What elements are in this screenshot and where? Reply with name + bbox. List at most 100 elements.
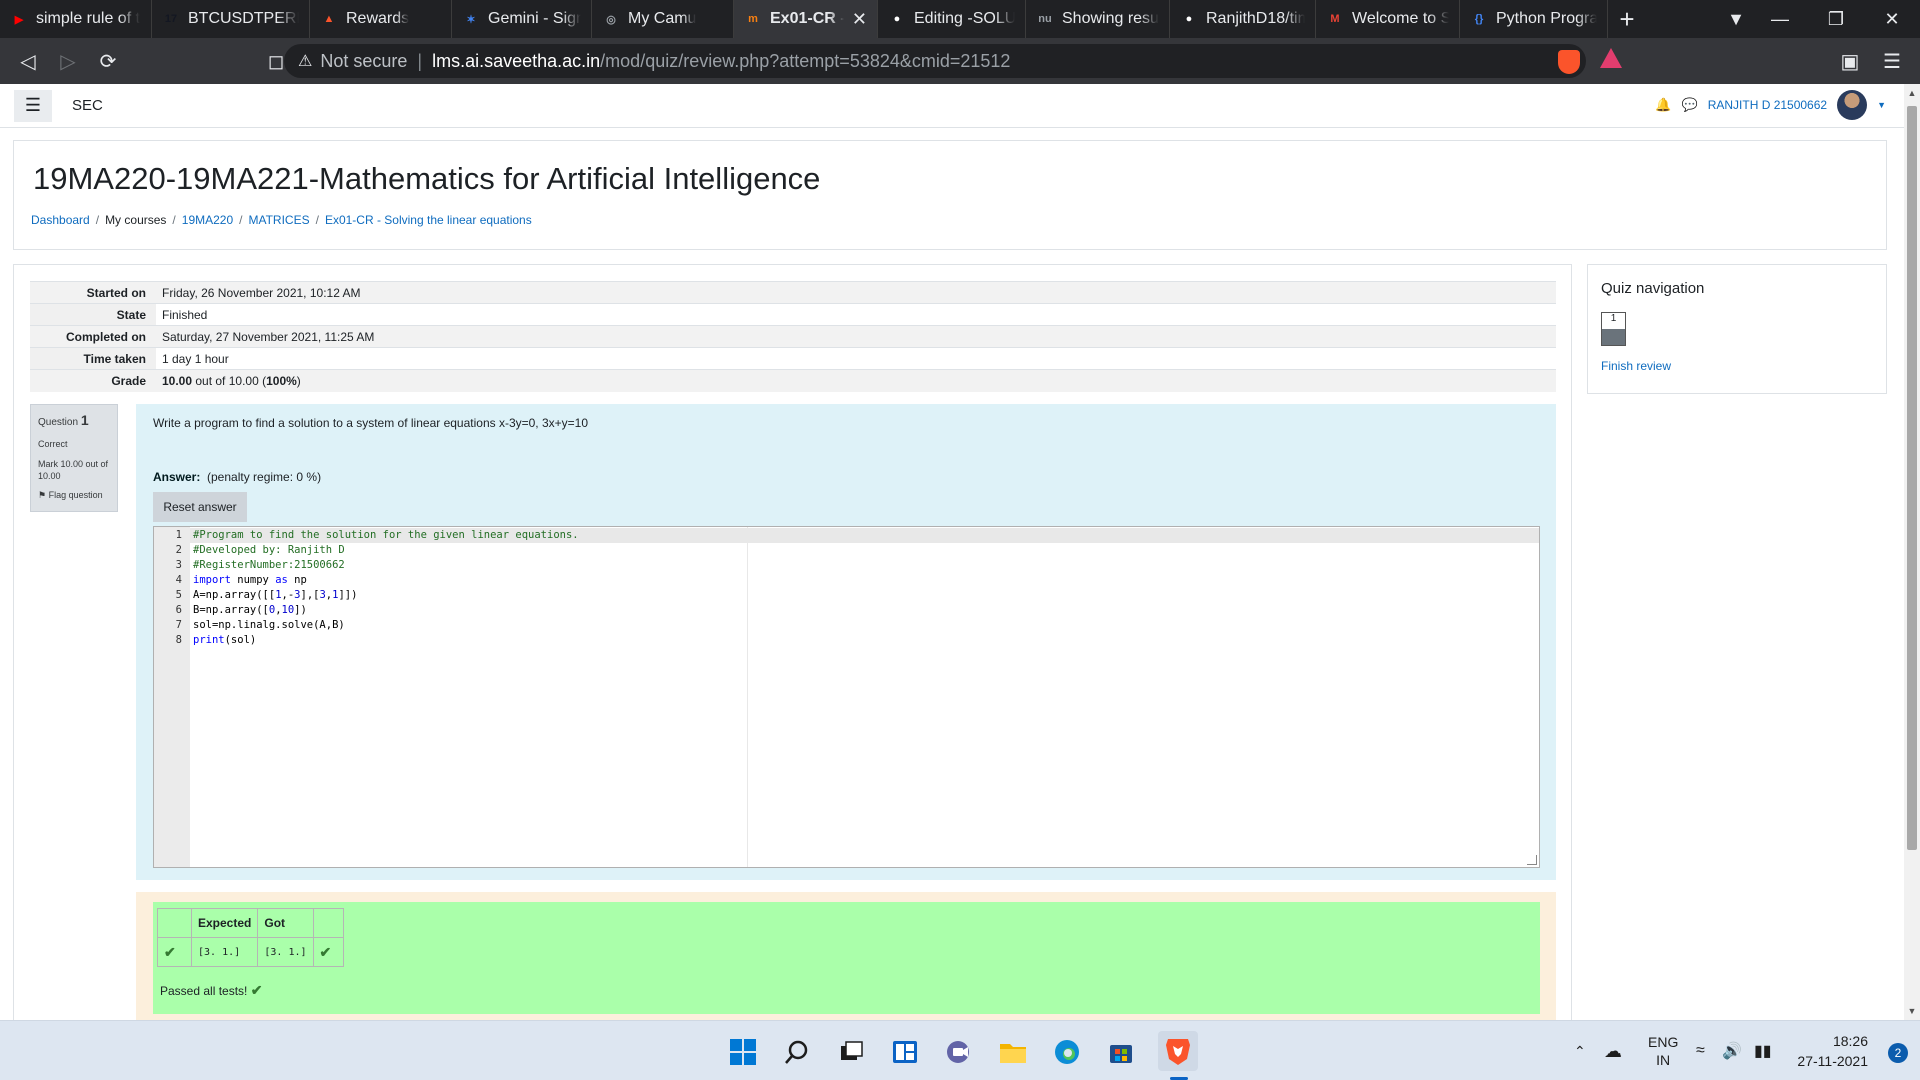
- notification-badge[interactable]: 2: [1888, 1043, 1908, 1063]
- minimize-icon[interactable]: —: [1752, 0, 1808, 38]
- breadcrumb-dashboard[interactable]: Dashboard: [31, 213, 90, 227]
- browser-tab[interactable]: ◎ My Camu: [592, 0, 734, 38]
- results-row: ✔ [3. 1.] [3. 1.] ✔: [157, 937, 344, 967]
- browser-tab[interactable]: ▶ simple rule of t: [0, 0, 152, 38]
- tab-label: BTCUSDTPERP: [188, 10, 299, 27]
- quiz-nav-question-button[interactable]: 1: [1601, 312, 1626, 346]
- language-indicator[interactable]: ENG IN: [1648, 1021, 1678, 1080]
- site-name[interactable]: SEC: [72, 97, 103, 114]
- code-line: 6 B=np.array([0,10]): [154, 603, 1539, 618]
- answer-heading: Answer: (penalty regime: 0 %): [153, 470, 321, 484]
- got-value: [3. 1.]: [257, 937, 314, 967]
- drawer-toggle-icon[interactable]: ☰: [14, 89, 52, 122]
- wifi-icon[interactable]: ≈: [1696, 1021, 1705, 1080]
- teams-chat-icon[interactable]: [942, 1035, 976, 1069]
- bell-icon[interactable]: 🔔: [1655, 97, 1671, 113]
- brave-shields-icon[interactable]: [1558, 50, 1580, 74]
- page-scrollbar[interactable]: ▲ ▼: [1904, 84, 1920, 1020]
- grade-close: ): [296, 373, 301, 388]
- new-tab-icon[interactable]: +: [1608, 0, 1646, 38]
- url-host: lms.ai.saveetha.ac.in: [432, 50, 601, 71]
- moodle-icon: m: [748, 13, 758, 25]
- volume-icon[interactable]: 🔊: [1722, 1021, 1742, 1080]
- expected-value: [3. 1.]: [190, 937, 259, 967]
- browser-tab[interactable]: ✶ Gemini - Sign I: [452, 0, 592, 38]
- resize-handle[interactable]: [1527, 855, 1537, 865]
- url-bar[interactable]: ⚠ Not secure | lms.ai.saveetha.ac.in /mo…: [284, 44, 1586, 78]
- edge-icon[interactable]: [1050, 1035, 1084, 1069]
- reset-answer-button[interactable]: Reset answer: [153, 492, 247, 522]
- reload-icon[interactable]: ⟳: [88, 41, 128, 81]
- breadcrumb-course[interactable]: 19MA220: [182, 213, 233, 227]
- code-text: B=np.array([0,10]): [193, 603, 307, 618]
- browser-tab[interactable]: m Ex01-CR - S ✕: [734, 0, 878, 38]
- test-results: Expected Got ✔ [3. 1.] [3. 1.] ✔ Passed …: [153, 902, 1540, 1014]
- code-token: (sol): [224, 634, 257, 646]
- store-icon[interactable]: [1104, 1035, 1138, 1069]
- outcome-panel: Expected Got ✔ [3. 1.] [3. 1.] ✔ Passed …: [136, 892, 1556, 1020]
- avatar[interactable]: [1837, 90, 1868, 120]
- warning-icon: ⚠: [298, 53, 313, 70]
- browser-tab[interactable]: nu Showing result: [1026, 0, 1170, 38]
- menu-icon[interactable]: ☰: [1872, 41, 1912, 81]
- code-line: 1 #Program to find the solution for the g…: [154, 528, 1539, 543]
- tab-label: Welcome to Sa: [1352, 10, 1449, 27]
- code-token: A=np.array([[: [193, 589, 276, 601]
- breadcrumb-section[interactable]: MATRICES: [248, 213, 309, 227]
- scrollbar-thumb[interactable]: [1907, 106, 1917, 850]
- clock[interactable]: 18:26 27-11-2021: [1797, 1031, 1868, 1071]
- code-token: np: [287, 574, 307, 586]
- breadcrumb-quiz[interactable]: Ex01-CR - Solving the linear equations: [325, 213, 532, 227]
- start-icon[interactable]: [726, 1035, 760, 1069]
- forward-icon[interactable]: ▷: [48, 41, 88, 81]
- clock-time: 18:26: [1832, 1033, 1868, 1049]
- close-window-icon[interactable]: ✕: [1864, 0, 1920, 38]
- code-editor[interactable]: 1 #Program to find the solution for the g…: [153, 526, 1540, 868]
- back-icon[interactable]: ◁: [8, 41, 48, 81]
- code-token: #Program to find the solution for the gi…: [193, 529, 579, 541]
- battery-icon[interactable]: ▮▮: [1754, 1021, 1772, 1080]
- grade-percent: 100%: [266, 373, 297, 388]
- chevron-down-icon[interactable]: ▼: [1877, 100, 1886, 110]
- finish-review-link[interactable]: Finish review: [1601, 359, 1671, 373]
- user-menu[interactable]: 🔔 💬 RANJITH D 21500662 ▼: [1655, 90, 1886, 120]
- file-explorer-icon[interactable]: [996, 1035, 1030, 1069]
- chat-icon[interactable]: 💬: [1682, 97, 1698, 113]
- browser-tab[interactable]: {} Python Prograr: [1460, 0, 1608, 38]
- wallet-icon[interactable]: ▣: [1830, 41, 1870, 81]
- code-line: 2 #Developed by: Ranjith D: [154, 543, 1539, 558]
- flag-question[interactable]: ⚑ Flag question: [38, 489, 110, 501]
- quiz-nav-question-number: 1: [1610, 313, 1617, 324]
- summary-row: Started on Friday, 26 November 2021, 10:1…: [30, 281, 1556, 304]
- widgets-icon[interactable]: [888, 1035, 922, 1069]
- breadcrumb: Dashboard / My courses / 19MA220 / MATRI…: [31, 213, 532, 227]
- task-view-icon[interactable]: [834, 1035, 868, 1069]
- line-number: 7: [175, 619, 182, 631]
- browser-tab[interactable]: M Welcome to Sa: [1316, 0, 1460, 38]
- browser-tab[interactable]: 17 BTCUSDTPERP: [152, 0, 310, 38]
- tray-overflow-icon[interactable]: ⌃: [1574, 1021, 1586, 1080]
- youtube-icon: ▶: [14, 13, 24, 26]
- user-name[interactable]: RANJITH D 21500662: [1708, 98, 1827, 112]
- browser-tab[interactable]: ● RanjithD18/tim: [1170, 0, 1316, 38]
- close-tab-icon[interactable]: ✕: [852, 9, 867, 30]
- code-line: 4 import numpy as np: [154, 573, 1539, 588]
- tab-label: RanjithD18/tim: [1206, 10, 1305, 27]
- summary-row: Time taken 1 day 1 hour: [30, 347, 1556, 370]
- code-braces-icon: {}: [1474, 13, 1484, 25]
- brave-rewards-icon[interactable]: [1600, 48, 1622, 68]
- brave-browser-icon[interactable]: [1158, 1031, 1198, 1071]
- tab-label: Rewards: [346, 10, 410, 27]
- code-line: 7 sol=np.linalg.solve(A,B): [154, 618, 1539, 633]
- browser-tab[interactable]: ▲ Rewards: [310, 0, 452, 38]
- scroll-up-icon[interactable]: ▲: [1904, 88, 1920, 98]
- code-token: B=np.array([: [193, 604, 269, 616]
- search-icon[interactable]: [780, 1035, 814, 1069]
- passed-message: Passed all tests! ✔: [160, 982, 262, 999]
- tab-label: Ex01-CR - S: [770, 10, 844, 27]
- flag-label: Flag question: [48, 490, 103, 501]
- restore-icon[interactable]: ❐: [1808, 0, 1864, 38]
- browser-tab[interactable]: ● Editing -SOLUT: [878, 0, 1026, 38]
- onedrive-icon[interactable]: ☁: [1604, 1021, 1622, 1080]
- scroll-down-icon[interactable]: ▼: [1904, 1006, 1920, 1016]
